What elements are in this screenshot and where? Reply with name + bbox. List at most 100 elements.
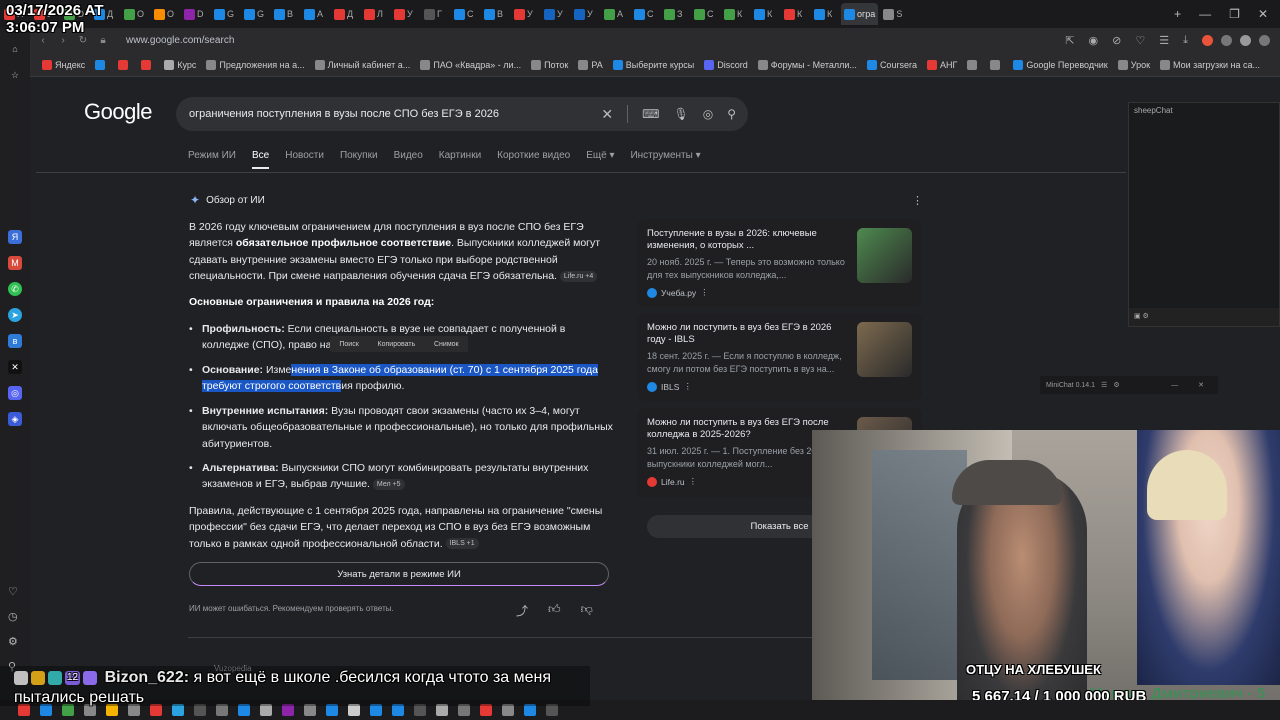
- browser-tab[interactable]: G: [241, 3, 269, 25]
- browser-tab[interactable]: С: [451, 3, 479, 25]
- bookmark-item[interactable]: Яндекс: [42, 59, 85, 70]
- ctx-search-button[interactable]: Поиск: [339, 341, 358, 348]
- extension-icon[interactable]: [1259, 35, 1270, 46]
- extension-icon[interactable]: [1221, 35, 1232, 46]
- app-icon[interactable]: ◈: [8, 412, 22, 426]
- search-input[interactable]: ограничения поступления в вузы после СПО…: [189, 108, 499, 120]
- bookmark-item[interactable]: Форумы - Металли...: [757, 59, 857, 70]
- bookmark-item[interactable]: [967, 59, 980, 70]
- bookmarks-icon[interactable]: ☰: [1159, 34, 1169, 47]
- bookmark-item[interactable]: РА: [578, 59, 603, 70]
- source-card[interactable]: Можно ли поступить в вуз без ЕГЭ в 2026 …: [637, 313, 922, 401]
- bookmark-item[interactable]: [95, 59, 108, 70]
- share-icon[interactable]: ⤴: [516, 602, 528, 619]
- whatsapp-icon[interactable]: ✆: [8, 282, 22, 296]
- search-tab[interactable]: Видео: [394, 150, 423, 169]
- app-icon[interactable]: M: [8, 256, 22, 270]
- bookmark-item[interactable]: Курс: [164, 59, 196, 70]
- browser-tab[interactable]: Д: [331, 3, 359, 25]
- ctx-snapshot-button[interactable]: Снимок: [434, 341, 459, 348]
- bookmark-item[interactable]: Предложения на а...: [206, 59, 305, 70]
- browser-tab[interactable]: К: [721, 3, 749, 25]
- bookmark-item[interactable]: Мои загрузки на са...: [1160, 59, 1260, 70]
- search-tab[interactable]: Картинки: [439, 150, 481, 169]
- bookmark-item[interactable]: Google Переводчик: [1013, 59, 1108, 70]
- search-box[interactable]: ограничения поступления в вузы после СПО…: [176, 97, 748, 131]
- browser-tab[interactable]: А: [601, 3, 629, 25]
- history-icon[interactable]: ◷: [8, 610, 18, 623]
- card-title[interactable]: Поступление в вузы в 2026: ключевые изме…: [647, 228, 842, 252]
- menu-icon[interactable]: ☰: [1101, 381, 1107, 389]
- browser-tab[interactable]: У: [541, 3, 569, 25]
- discord-icon[interactable]: ◎: [8, 386, 22, 400]
- bookmark-item[interactable]: Discord: [704, 59, 748, 70]
- search-tab[interactable]: Режим ИИ: [188, 150, 236, 169]
- search-tab[interactable]: Новости: [285, 150, 324, 169]
- new-tab-icon[interactable]: +: [1174, 7, 1181, 21]
- search-tab[interactable]: Инструменты ▾: [630, 150, 700, 169]
- thumbs-down-icon[interactable]: 👎︎: [581, 602, 593, 619]
- search-icon[interactable]: ⚲: [727, 107, 736, 121]
- camera-icon[interactable]: ◉: [1088, 34, 1098, 47]
- browser-tab[interactable]: Г: [421, 3, 449, 25]
- browser-tab[interactable]: У: [511, 3, 539, 25]
- browser-tab[interactable]: G: [211, 3, 239, 25]
- ctx-copy-button[interactable]: Копировать: [378, 341, 416, 348]
- x-icon[interactable]: ✕: [8, 360, 22, 374]
- browser-tab[interactable]: О: [121, 3, 149, 25]
- source-card[interactable]: Поступление в вузы в 2026: ключевые изме…: [637, 219, 922, 307]
- browser-tab[interactable]: З: [661, 3, 689, 25]
- search-tab[interactable]: Короткие видео: [497, 150, 570, 169]
- browser-tab[interactable]: D: [181, 3, 209, 25]
- source-chip[interactable]: Мел +5: [372, 479, 405, 491]
- keyboard-icon[interactable]: ⌨: [642, 107, 659, 121]
- bookmark-item[interactable]: [118, 59, 131, 70]
- thumbs-up-icon[interactable]: 👍︎: [548, 602, 561, 619]
- mic-icon[interactable]: 🎙︎: [673, 107, 688, 121]
- browser-tab[interactable]: В: [481, 3, 509, 25]
- forward-icon[interactable]: ›: [56, 35, 70, 46]
- settings-icon[interactable]: ⚙: [1113, 381, 1119, 389]
- bookmark-item[interactable]: [141, 59, 154, 70]
- extension-icon[interactable]: [1202, 35, 1213, 46]
- source-chip[interactable]: Life.ru +4: [559, 270, 598, 282]
- pin-icon[interactable]: ⊘: [1112, 34, 1121, 47]
- browser-tab[interactable]: К: [781, 3, 809, 25]
- bookmark-item[interactable]: Выберите курсы: [612, 59, 694, 70]
- search-tab[interactable]: Ещё ▾: [586, 150, 614, 169]
- chat-icon[interactable]: ▣ ⚙: [1134, 313, 1149, 320]
- back-icon[interactable]: ‹: [36, 35, 50, 46]
- bookmark-item[interactable]: Coursera: [866, 59, 917, 70]
- browser-tab[interactable]: С: [691, 3, 719, 25]
- close-window-icon[interactable]: ✕: [1258, 7, 1268, 21]
- close-icon[interactable]: ✕: [1198, 381, 1204, 389]
- search-tab[interactable]: Все: [251, 150, 270, 169]
- star-icon[interactable]: ☆: [8, 68, 22, 82]
- card-thumbnail[interactable]: [857, 322, 912, 377]
- browser-tab[interactable]: Л: [361, 3, 389, 25]
- bookmark-item[interactable]: Урок: [1117, 59, 1150, 70]
- ai-mode-button[interactable]: Узнать детали в режиме ИИ: [189, 562, 609, 586]
- source-chip[interactable]: IBLS +1: [445, 538, 479, 550]
- reload-icon[interactable]: ↻: [76, 35, 90, 46]
- browser-tab[interactable]: S: [880, 3, 908, 25]
- home-icon[interactable]: ⌂: [8, 42, 22, 56]
- search-tab[interactable]: Покупки: [340, 150, 378, 169]
- settings-icon[interactable]: ⚙: [8, 635, 18, 648]
- more-options-icon[interactable]: ⋮: [689, 476, 698, 487]
- maximize-icon[interactable]: ❐: [1229, 7, 1240, 21]
- lens-icon[interactable]: ◎: [703, 107, 713, 121]
- heart-icon[interactable]: ♡: [1135, 34, 1145, 47]
- app-icon[interactable]: Я: [8, 230, 22, 244]
- clear-icon[interactable]: ✕: [601, 106, 613, 123]
- browser-tab[interactable]: К: [751, 3, 779, 25]
- bookmark-item[interactable]: Личный кабинет а...: [314, 59, 410, 70]
- telegram-icon[interactable]: ➤: [8, 308, 22, 322]
- browser-tab[interactable]: О: [151, 3, 179, 25]
- minimize-icon[interactable]: —: [1171, 382, 1178, 389]
- more-options-icon[interactable]: ⋮: [912, 194, 923, 207]
- more-options-icon[interactable]: ⋮: [700, 287, 709, 298]
- browser-tab[interactable]: У: [571, 3, 599, 25]
- card-thumbnail[interactable]: [857, 228, 912, 283]
- browser-tab[interactable]: У: [391, 3, 419, 25]
